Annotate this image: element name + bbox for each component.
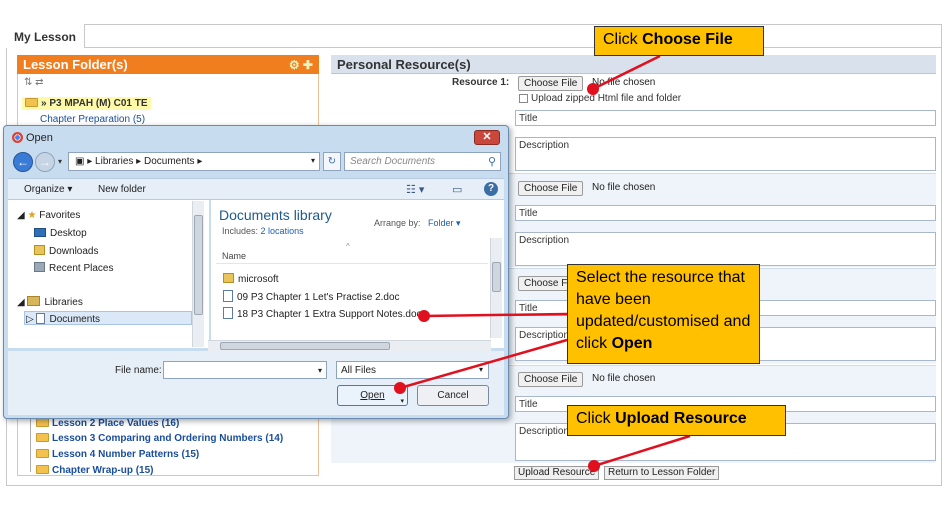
marker-dot — [588, 460, 600, 472]
arrow-select-file — [423, 312, 568, 318]
callout-choose-file: Click Choose File — [594, 26, 764, 56]
callout-bold: Upload Resource — [615, 410, 747, 427]
arrow-choose-file — [592, 54, 661, 91]
callout-text: Click — [576, 410, 616, 427]
callout-bold: Choose File — [642, 31, 733, 48]
callout-select-open: Select the resource that have been updat… — [567, 264, 760, 364]
callout-text: Click — [603, 31, 643, 48]
marker-dot — [587, 83, 599, 95]
callout-bold: Open — [611, 335, 653, 352]
arrow-upload — [593, 434, 691, 468]
callout-upload: Click Upload Resource — [567, 405, 786, 436]
callout-arrows — [399, 54, 691, 468]
marker-dot — [394, 382, 406, 394]
callout-text: Select the resource that have been updat… — [576, 269, 751, 352]
arrow-open-button — [399, 338, 568, 390]
marker-dot — [418, 310, 430, 322]
